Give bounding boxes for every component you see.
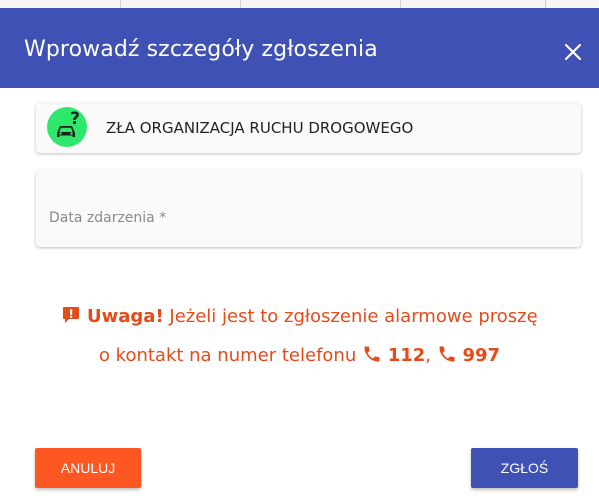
backdrop-divider — [120, 0, 121, 8]
warning-text-2: o kontakt na numer telefonu — [98, 345, 357, 366]
category-label: ZŁA ORGANIZACJA RUCHU DROGOWEGO — [106, 119, 414, 137]
category-card[interactable]: ? ZŁA ORGANIZACJA RUCHU DROGOWEGO — [36, 103, 581, 153]
backdrop-strip — [0, 0, 599, 8]
date-field[interactable]: Data zdarzenia * — [36, 170, 581, 247]
phone-separator: , — [425, 345, 432, 366]
submit-button[interactable]: ZGŁOŚ — [471, 448, 578, 488]
date-field-placeholder: Data zdarzenia * — [49, 210, 167, 226]
svg-text:?: ? — [70, 109, 80, 129]
warning-prefix: Uwaga! — [87, 306, 164, 327]
backdrop-divider — [400, 0, 401, 8]
car-question-icon: ? — [46, 106, 88, 148]
phone-icon — [362, 341, 382, 377]
backdrop-divider — [240, 0, 241, 8]
phone-number-112[interactable]: 112 — [388, 345, 426, 366]
cancel-button[interactable]: ANULUJ — [35, 448, 141, 488]
warning-line-2: o kontakt na numer telefonu 112, 997 — [0, 338, 599, 377]
alert-icon — [61, 302, 81, 338]
dialog-header: Wprowadź szczegóły zgłoszenia — [0, 8, 599, 88]
dialog-title: Wprowadź szczegóły zgłoszenia — [24, 37, 378, 62]
phone-icon — [437, 341, 457, 377]
warning-text-1: Jeżeli jest to zgłoszenie alarmowe prosz… — [169, 306, 538, 327]
phone-number-997[interactable]: 997 — [462, 345, 500, 366]
backdrop-divider — [545, 0, 546, 8]
emergency-warning: Uwaga! Jeżeli jest to zgłoszenie alarmow… — [0, 299, 599, 377]
close-icon[interactable] — [559, 38, 587, 66]
warning-line-1: Uwaga! Jeżeli jest to zgłoszenie alarmow… — [0, 299, 599, 338]
